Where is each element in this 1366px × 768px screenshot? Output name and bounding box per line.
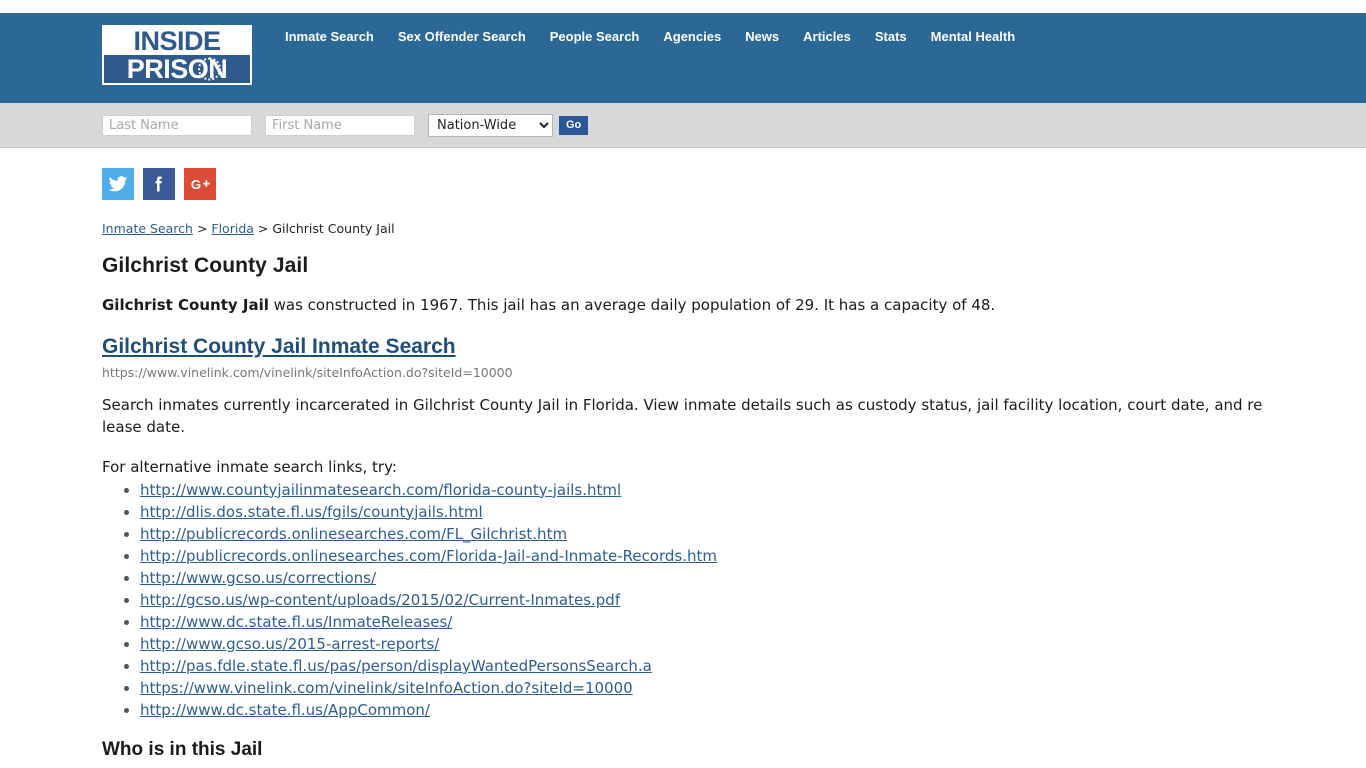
nav-item-people-search[interactable]: People Search [550,29,640,44]
google-plus-share-button[interactable]: G [184,168,216,200]
list-item: http://www.countyjailinmatesearch.com/fl… [140,479,1266,501]
first-name-input[interactable] [265,114,415,136]
breadcrumb: Inmate Search > Florida > Gilchrist Coun… [102,221,1266,236]
list-item: http://publicrecords.onlinesearches.com/… [140,523,1266,545]
quick-search-bar: Nation-Wide Go [0,103,1366,148]
go-button[interactable]: Go [559,115,589,135]
alternative-link[interactable]: https://www.vinelink.com/vinelink/siteIn… [140,679,633,697]
nav-item-mental-health[interactable]: Mental Health [931,29,1016,44]
facility-name-bold: Gilchrist County Jail [102,296,269,314]
breadcrumb-separator: > [253,221,273,236]
logo-bottom-half: PRISON [104,55,250,83]
twitter-icon [108,174,128,194]
page-title: Gilchrist County Jail [102,254,309,277]
nav-item-agencies[interactable]: Agencies [663,29,721,44]
page-content: G Inmate Search > Florida > Gilchrist Co… [0,148,1366,761]
facebook-share-button[interactable] [143,168,175,200]
alternative-link[interactable]: http://www.gcso.us/2015-arrest-reports/ [140,635,439,653]
alternative-link[interactable]: http://www.gcso.us/corrections/ [140,569,376,587]
google-plus-icon: G [190,174,211,195]
list-item: http://dlis.dos.state.fl.us/fgils/county… [140,501,1266,523]
list-item: http://www.dc.state.fl.us/AppCommon/ [140,699,1266,721]
nav-item-stats[interactable]: Stats [875,29,907,44]
list-item: http://www.dc.state.fl.us/InmateReleases… [140,611,1266,633]
list-item: http://www.gcso.us/2015-arrest-reports/ [140,633,1266,655]
logo-top-half: INSIDE [104,27,250,55]
nav-item-sex-offender-search[interactable]: Sex Offender Search [398,29,526,44]
alternative-link[interactable]: http://gcso.us/wp-content/uploads/2015/0… [140,591,620,609]
alternative-link[interactable]: http://dlis.dos.state.fl.us/fgils/county… [140,503,483,521]
list-item: http://publicrecords.onlinesearches.com/… [140,545,1266,567]
list-item: http://www.gcso.us/corrections/ [140,567,1266,589]
nav-item-articles[interactable]: Articles [803,29,851,44]
main-navigation: Inmate Search Sex Offender Search People… [285,29,1015,44]
breadcrumb-separator: > [192,221,212,236]
top-spacer [0,0,1366,13]
alternative-links-intro: For alternative inmate search links, try… [102,457,397,476]
twitter-share-button[interactable] [102,168,134,200]
inmate-search-heading: Gilchrist County Jail Inmate Search [102,335,1266,359]
inmate-search-url: https://www.vinelink.com/vinelink/siteIn… [102,364,513,380]
svg-text:G: G [190,176,200,191]
barbed-wire-ring-icon [198,57,221,81]
nav-item-news[interactable]: News [745,29,779,44]
facility-summary: Gilchrist County Jail was constructed in… [102,296,1266,316]
facility-summary-rest: was constructed in 1967. This jail has a… [268,296,996,314]
last-name-input[interactable] [102,114,252,136]
search-scope-select[interactable]: Nation-Wide [428,113,553,137]
inmate-search-description: Search inmates currently incarcerated in… [102,395,1263,436]
alternative-link[interactable]: http://www.dc.state.fl.us/InmateReleases… [140,613,452,631]
alternative-link[interactable]: http://publicrecords.onlinesearches.com/… [140,547,717,565]
site-header: INSIDE PRISON Inmate Search Sex Offender… [0,13,1366,103]
list-item: http://gcso.us/wp-content/uploads/2015/0… [140,589,1266,611]
alternative-link[interactable]: http://www.countyjailinmatesearch.com/fl… [140,481,621,499]
facebook-icon [149,174,169,194]
logo-text-inside: INSIDE [133,25,221,56]
who-is-in-this-jail-heading: Who is in this Jail [102,739,263,761]
social-share-row: G [102,168,1266,200]
alternative-link[interactable]: http://publicrecords.onlinesearches.com/… [140,525,567,543]
breadcrumb-current: Gilchrist County Jail [272,221,395,236]
site-logo[interactable]: INSIDE PRISON [102,25,252,85]
breadcrumb-link-inmate-search[interactable]: Inmate Search [102,221,193,236]
inmate-search-link[interactable]: Gilchrist County Jail Inmate Search [102,335,456,358]
list-item: https://www.vinelink.com/vinelink/siteIn… [140,677,1266,699]
alternative-link[interactable]: http://pas.fdle.state.fl.us/pas/person/d… [140,657,652,675]
list-item: http://pas.fdle.state.fl.us/pas/person/d… [140,655,1266,677]
nav-item-inmate-search[interactable]: Inmate Search [285,29,374,44]
breadcrumb-link-florida[interactable]: Florida [211,221,254,236]
alternative-links-list: http://www.countyjailinmatesearch.com/fl… [102,479,1266,722]
alternative-link[interactable]: http://www.dc.state.fl.us/AppCommon/ [140,701,430,719]
